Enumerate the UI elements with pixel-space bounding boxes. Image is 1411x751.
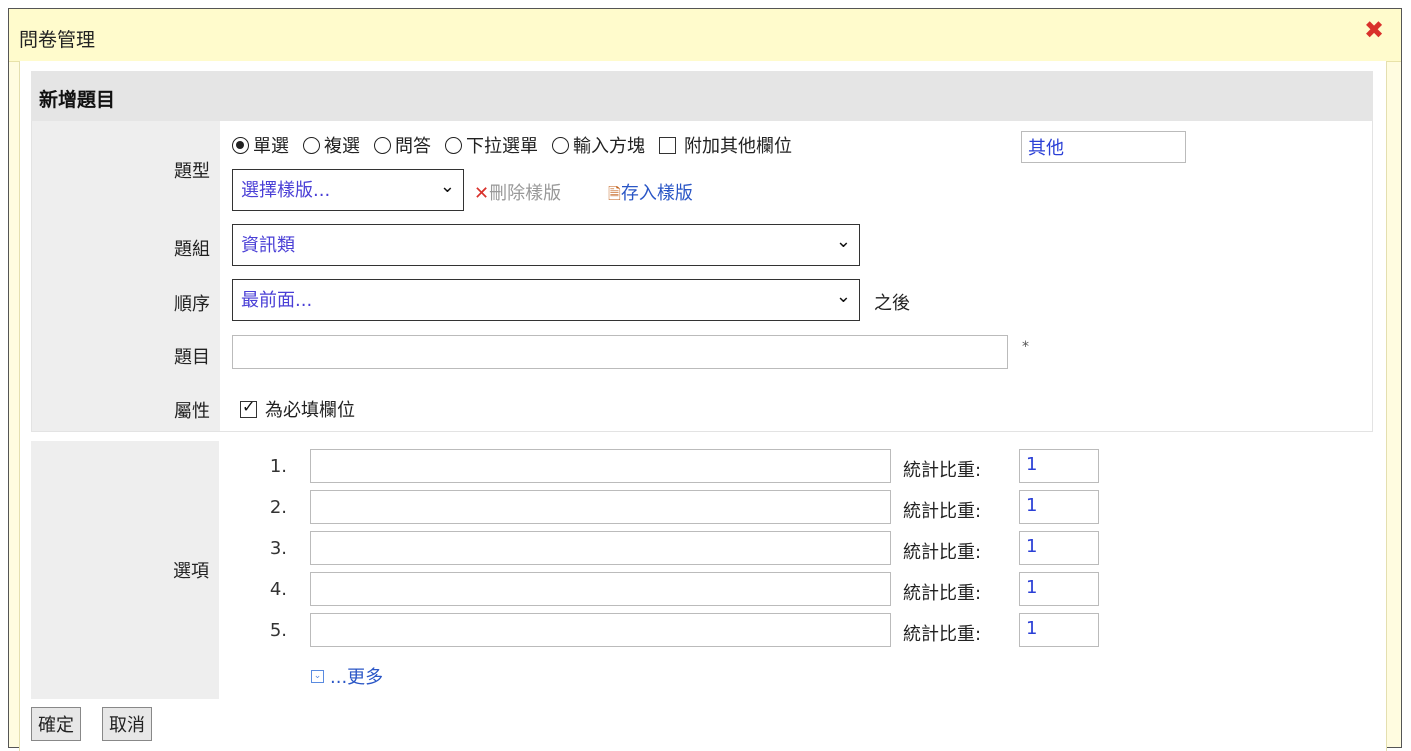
options-block: 選項 1. 統計比重: 1 2. 統計比重: 1 3. 統計比重: 1 4. 統… [31, 441, 1371, 699]
weight-label: 統計比重: [903, 542, 982, 563]
type-label: 題型 [174, 161, 210, 182]
delete-template-link[interactable]: ✕刪除樣版 [474, 179, 561, 205]
ok-button[interactable]: 確定 [31, 707, 81, 741]
delete-template-label: 刪除樣版 [489, 183, 562, 204]
option-number: 4. [269, 579, 287, 600]
template-select-value: 選擇樣版... [241, 180, 331, 201]
weight-label: 統計比重: [903, 624, 982, 645]
add-document-icon: 🗎 [608, 184, 621, 203]
order-select-value: 最前面... [241, 290, 313, 311]
question-form: 題型 單選 複選 問答 下拉選單 輸入方塊 附加其他欄位 其他 選擇樣版... … [31, 121, 1373, 432]
radio-single-icon[interactable] [232, 136, 249, 154]
option-input[interactable] [310, 531, 891, 565]
weight-label: 統計比重: [903, 460, 982, 481]
dialog-content: 新增題目 題型 單選 複選 問答 下拉選單 輸入方塊 附加其他欄位 其他 選擇樣… [19, 61, 1387, 751]
attr-label: 屬性 [174, 401, 210, 422]
option-input[interactable] [310, 449, 891, 483]
radio-multiple[interactable]: 複選 [303, 132, 360, 158]
template-select[interactable]: 選擇樣版... ⌄ [232, 169, 464, 211]
radio-essay[interactable]: 問答 [374, 132, 431, 158]
radio-single-label: 單選 [253, 136, 289, 157]
option-number: 5. [269, 620, 287, 641]
option-number: 1. [269, 456, 287, 477]
radio-input-box[interactable]: 輸入方塊 [552, 132, 645, 158]
required-mark: * [1022, 339, 1029, 355]
weight-input[interactable]: 1 [1019, 572, 1099, 606]
weight-input[interactable]: 1 [1019, 613, 1099, 647]
option-number: 3. [269, 538, 287, 559]
radio-input-box-label: 輸入方塊 [573, 136, 645, 157]
cancel-button[interactable]: 取消 [102, 707, 152, 741]
required-checkbox-label: 為必填欄位 [265, 400, 355, 421]
expand-down-icon: ⌄ [311, 669, 324, 683]
weight-input[interactable]: 1 [1019, 490, 1099, 524]
weight-input[interactable]: 1 [1019, 531, 1099, 565]
type-radio-group: 單選 複選 問答 下拉選單 輸入方塊 附加其他欄位 [232, 133, 806, 157]
extra-field-toggle[interactable]: 附加其他欄位 [659, 132, 792, 158]
delete-icon: ✕ [474, 183, 490, 204]
required-toggle[interactable]: 為必填欄位 [240, 396, 355, 422]
section-title: 新增題目 [39, 89, 116, 111]
more-options-label: ...更多 [330, 667, 384, 688]
option-input[interactable] [310, 490, 891, 524]
radio-dropdown-icon[interactable] [445, 136, 462, 154]
radio-essay-label: 問答 [395, 136, 431, 157]
dialog-titlebar: 問卷管理 ✖ [9, 9, 1401, 62]
extra-field-checkbox[interactable] [659, 136, 676, 154]
radio-essay-icon[interactable] [374, 136, 391, 154]
weight-label: 統計比重: [903, 501, 982, 522]
radio-multiple-label: 複選 [324, 136, 360, 157]
extra-field-input[interactable]: 其他 [1021, 131, 1186, 163]
options-label-column: 選項 [31, 441, 219, 699]
dialog-title: 問卷管理 [19, 29, 96, 51]
section-header: 新增題目 [31, 71, 1373, 121]
option-input[interactable] [310, 572, 891, 606]
options-label: 選項 [173, 561, 209, 582]
more-options-link[interactable]: ⌄ ...更多 [311, 663, 383, 689]
order-suffix: 之後 [874, 293, 910, 314]
group-select-value: 資訊類 [241, 235, 295, 256]
radio-single[interactable]: 單選 [232, 132, 289, 158]
question-label: 題目 [174, 347, 210, 368]
group-label: 題組 [174, 239, 210, 260]
order-label: 順序 [174, 294, 210, 315]
radio-dropdown-label: 下拉選單 [466, 136, 538, 157]
questionnaire-dialog: 問卷管理 ✖ 新增題目 題型 單選 複選 問答 下拉選單 輸入方塊 附加其他欄位… [8, 8, 1402, 751]
radio-dropdown[interactable]: 下拉選單 [445, 132, 538, 158]
chevron-down-icon: ⌄ [835, 286, 851, 307]
radio-multiple-icon[interactable] [303, 136, 320, 154]
chevron-down-icon: ⌄ [835, 231, 851, 252]
weight-input[interactable]: 1 [1019, 449, 1099, 483]
option-input[interactable] [310, 613, 891, 647]
order-select[interactable]: 最前面... ⌄ [232, 279, 860, 321]
group-select[interactable]: 資訊類 ⌄ [232, 224, 860, 266]
weight-label: 統計比重: [903, 583, 982, 604]
chevron-down-icon: ⌄ [439, 176, 455, 197]
radio-input-box-icon[interactable] [552, 136, 569, 154]
extra-field-label: 附加其他欄位 [684, 136, 792, 157]
save-template-label: 存入樣版 [620, 183, 693, 204]
required-checkbox[interactable] [240, 397, 257, 418]
close-icon[interactable]: ✖ [1363, 18, 1385, 42]
option-number: 2. [269, 497, 287, 518]
question-input[interactable] [232, 335, 1008, 369]
save-template-link[interactable]: 🗎存入樣版 [608, 179, 693, 210]
